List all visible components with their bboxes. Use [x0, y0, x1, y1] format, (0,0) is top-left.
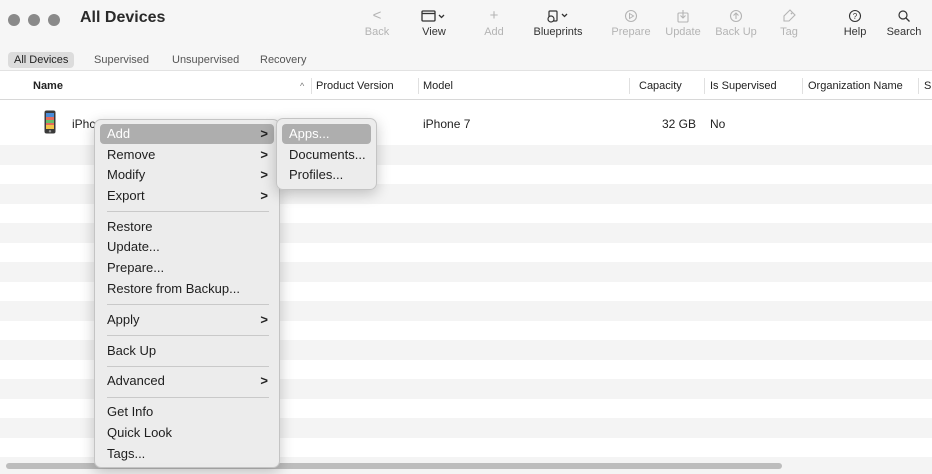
scope-recovery[interactable]: Recovery	[254, 52, 312, 68]
chevron-right-icon: >	[260, 188, 268, 203]
chevron-left-icon: <	[372, 7, 382, 24]
device-model: iPhone 7	[423, 117, 471, 131]
backup-icon	[712, 6, 760, 26]
column-header-is-supervised[interactable]: Is Supervised	[710, 80, 777, 92]
device-name: iPhc	[72, 117, 96, 131]
menu-separator	[107, 397, 269, 398]
prepare-button[interactable]: Prepare	[608, 6, 654, 38]
blueprints-icon	[524, 6, 592, 26]
chevron-right-icon: >	[260, 373, 268, 388]
submenu-item-apps[interactable]: Apps...	[282, 124, 371, 144]
blueprints-button[interactable]: Blueprints	[524, 6, 592, 38]
chevron-right-icon: >	[260, 312, 268, 327]
help-icon: ?	[838, 6, 872, 26]
minimize-window-button[interactable]	[28, 14, 40, 26]
scope-all-devices[interactable]: All Devices	[8, 52, 75, 68]
add-button[interactable]: + Add	[474, 6, 514, 38]
menu-item-get-info[interactable]: Get Info	[100, 402, 274, 422]
zoom-window-button[interactable]	[48, 14, 60, 26]
menu-separator	[107, 304, 269, 305]
window-icon	[414, 6, 454, 26]
scope-supervised[interactable]: Supervised	[88, 52, 155, 68]
iphone-device-icon	[44, 110, 56, 137]
menu-item-modify[interactable]: Modify >	[100, 165, 274, 185]
sort-ascending-icon: ^	[300, 81, 305, 91]
backup-button[interactable]: Back Up	[712, 6, 760, 38]
column-header-name[interactable]: Name	[33, 80, 63, 92]
menu-separator	[107, 211, 269, 212]
menu-item-remove[interactable]: Remove >	[100, 145, 274, 165]
menu-item-tags[interactable]: Tags...	[100, 444, 274, 464]
scope-bar: All Devices Supervised Unsupervised Reco…	[0, 50, 932, 71]
toolbar: All Devices < Back View + Add Blueprints…	[0, 0, 932, 50]
update-icon	[662, 6, 704, 26]
device-capacity: 32 GB	[662, 117, 697, 131]
tag-icon	[774, 6, 804, 26]
column-header-product-version[interactable]: Product Version	[316, 80, 394, 92]
column-header-capacity[interactable]: Capacity	[639, 80, 682, 92]
update-button[interactable]: Update	[662, 6, 704, 38]
add-submenu: Apps... Documents... Profiles...	[276, 118, 377, 190]
close-window-button[interactable]	[8, 14, 20, 26]
chevron-right-icon: >	[260, 126, 268, 141]
menu-item-add[interactable]: Add >	[100, 124, 274, 144]
column-divider[interactable]	[802, 78, 803, 94]
chevron-right-icon: >	[260, 147, 268, 162]
submenu-item-profiles[interactable]: Profiles...	[282, 165, 371, 185]
column-divider[interactable]	[704, 78, 705, 94]
column-divider[interactable]	[418, 78, 419, 94]
back-button[interactable]: < Back	[360, 6, 394, 38]
menu-separator	[107, 335, 269, 336]
view-button[interactable]: View	[414, 6, 454, 38]
menu-item-export[interactable]: Export >	[100, 186, 274, 206]
prepare-icon	[608, 6, 654, 26]
menu-item-quick-look[interactable]: Quick Look	[100, 423, 274, 443]
table-header: Name ^ Product Version Model Capacity Is…	[0, 72, 932, 100]
help-button[interactable]: ? Help	[838, 6, 872, 38]
tag-button[interactable]: Tag	[774, 6, 804, 38]
menu-item-advanced[interactable]: Advanced >	[100, 371, 274, 391]
scope-unsupervised[interactable]: Unsupervised	[166, 52, 245, 68]
menu-item-apply[interactable]: Apply >	[100, 310, 274, 330]
search-icon	[882, 6, 926, 26]
column-header-model[interactable]: Model	[423, 80, 453, 92]
column-divider[interactable]	[311, 78, 312, 94]
plus-icon: +	[489, 7, 499, 24]
column-divider[interactable]	[918, 78, 919, 94]
search-button[interactable]: Search	[882, 6, 926, 38]
svg-text:?: ?	[853, 12, 858, 21]
menu-item-prepare[interactable]: Prepare...	[100, 258, 274, 278]
chevron-right-icon: >	[260, 167, 268, 182]
submenu-item-documents[interactable]: Documents...	[282, 145, 371, 165]
device-is-supervised: No	[710, 117, 726, 131]
menu-item-update[interactable]: Update...	[100, 237, 274, 257]
menu-item-restore[interactable]: Restore	[100, 217, 274, 237]
column-header-truncated[interactable]: S	[924, 80, 931, 92]
menu-separator	[107, 366, 269, 367]
context-menu: Add > Remove > Modify > Export > Restore…	[94, 119, 280, 468]
column-divider[interactable]	[629, 78, 630, 94]
window-title: All Devices	[80, 9, 166, 26]
column-header-organization-name[interactable]: Organization Name	[808, 80, 903, 92]
menu-item-restore-from-backup[interactable]: Restore from Backup...	[100, 279, 274, 299]
menu-item-back-up[interactable]: Back Up	[100, 341, 274, 361]
